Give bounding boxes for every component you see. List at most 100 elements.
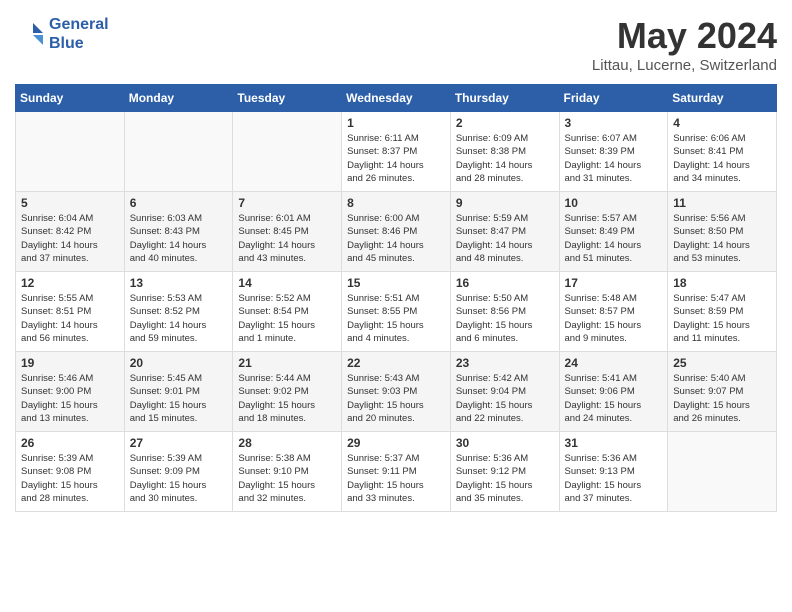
calendar-cell: 2Sunrise: 6:09 AM Sunset: 8:38 PM Daylig… bbox=[450, 112, 559, 192]
calendar-cell: 31Sunrise: 5:36 AM Sunset: 9:13 PM Dayli… bbox=[559, 432, 668, 512]
cell-content: Sunrise: 5:57 AM Sunset: 8:49 PM Dayligh… bbox=[565, 212, 663, 265]
day-number: 4 bbox=[673, 116, 771, 130]
weekday-header-sunday: Sunday bbox=[16, 85, 125, 112]
calendar-cell bbox=[16, 112, 125, 192]
day-number: 29 bbox=[347, 436, 445, 450]
cell-content: Sunrise: 6:03 AM Sunset: 8:43 PM Dayligh… bbox=[130, 212, 228, 265]
weekday-header-monday: Monday bbox=[124, 85, 233, 112]
day-number: 12 bbox=[21, 276, 119, 290]
cell-content: Sunrise: 5:37 AM Sunset: 9:11 PM Dayligh… bbox=[347, 452, 445, 505]
day-number: 9 bbox=[456, 196, 554, 210]
day-number: 6 bbox=[130, 196, 228, 210]
day-number: 16 bbox=[456, 276, 554, 290]
cell-content: Sunrise: 5:41 AM Sunset: 9:06 PM Dayligh… bbox=[565, 372, 663, 425]
day-number: 14 bbox=[238, 276, 336, 290]
logo-icon bbox=[15, 19, 45, 49]
calendar-cell: 3 Sunrise: 6:07 AM Sunset: 8:39 PM Daylig… bbox=[559, 112, 668, 192]
cell-content: Sunrise: 5:47 AM Sunset: 8:59 PM Dayligh… bbox=[673, 292, 771, 345]
calendar-cell: 8 Sunrise: 6:00 AM Sunset: 8:46 PM Daylig… bbox=[342, 192, 451, 272]
calendar-cell: 12 Sunrise: 5:55 AM Sunset: 8:51 PM Dayli… bbox=[16, 272, 125, 352]
day-number: 20 bbox=[130, 356, 228, 370]
cell-content: Sunrise: 5:46 AM Sunset: 9:00 PM Dayligh… bbox=[21, 372, 119, 425]
calendar-cell: 30 Sunrise: 5:36 AM Sunset: 9:12 PM Dayli… bbox=[450, 432, 559, 512]
day-number: 17 bbox=[565, 276, 663, 290]
calendar-week-3: 12 Sunrise: 5:55 AM Sunset: 8:51 PM Dayli… bbox=[16, 272, 777, 352]
calendar-cell: 21 Sunrise: 5:44 AM Sunset: 9:02 PM Dayli… bbox=[233, 352, 342, 432]
weekday-header-thursday: Thursday bbox=[450, 85, 559, 112]
weekday-header-tuesday: Tuesday bbox=[233, 85, 342, 112]
day-number: 24 bbox=[565, 356, 663, 370]
cell-content: Sunrise: 5:43 AM Sunset: 9:03 PM Dayligh… bbox=[347, 372, 445, 425]
cell-content: Sunrise: 5:40 AM Sunset: 9:07 PM Dayligh… bbox=[673, 372, 771, 425]
calendar-cell: 1 Sunrise: 6:11 AM Sunset: 8:37 PM Daylig… bbox=[342, 112, 451, 192]
cell-content: Sunrise: 5:51 AM Sunset: 8:55 PM Dayligh… bbox=[347, 292, 445, 345]
cell-content: Sunrise: 5:48 AM Sunset: 8:57 PM Dayligh… bbox=[565, 292, 663, 345]
cell-content: Sunrise: 6:09 AM Sunset: 8:38 PM Dayligh… bbox=[456, 132, 554, 185]
calendar-cell: 20 Sunrise: 5:45 AM Sunset: 9:01 PM Dayli… bbox=[124, 352, 233, 432]
calendar-cell: 28 Sunrise: 5:38 AM Sunset: 9:10 PM Dayli… bbox=[233, 432, 342, 512]
cell-content: Sunrise: 6:07 AM Sunset: 8:39 PM Dayligh… bbox=[565, 132, 663, 185]
cell-content: Sunrise: 5:45 AM Sunset: 9:01 PM Dayligh… bbox=[130, 372, 228, 425]
calendar-cell: 10 Sunrise: 5:57 AM Sunset: 8:49 PM Dayli… bbox=[559, 192, 668, 272]
calendar-cell: 15 Sunrise: 5:51 AM Sunset: 8:55 PM Dayli… bbox=[342, 272, 451, 352]
cell-content: Sunrise: 5:36 AM Sunset: 9:12 PM Dayligh… bbox=[456, 452, 554, 505]
cell-content: Sunrise: 6:06 AM Sunset: 8:41 PM Dayligh… bbox=[673, 132, 771, 185]
cell-content: Sunrise: 5:39 AM Sunset: 9:08 PM Dayligh… bbox=[21, 452, 119, 505]
calendar-cell: 27Sunrise: 5:39 AM Sunset: 9:09 PM Dayli… bbox=[124, 432, 233, 512]
calendar-cell bbox=[233, 112, 342, 192]
day-number: 10 bbox=[565, 196, 663, 210]
day-number: 3 bbox=[565, 116, 663, 130]
day-number: 21 bbox=[238, 356, 336, 370]
cell-content: Sunrise: 5:59 AM Sunset: 8:47 PM Dayligh… bbox=[456, 212, 554, 265]
day-number: 26 bbox=[21, 436, 119, 450]
cell-content: Sunrise: 5:38 AM Sunset: 9:10 PM Dayligh… bbox=[238, 452, 336, 505]
calendar-cell: 18 Sunrise: 5:47 AM Sunset: 8:59 PM Dayli… bbox=[668, 272, 777, 352]
weekday-header-wednesday: Wednesday bbox=[342, 85, 451, 112]
calendar-cell: 5 Sunrise: 6:04 AM Sunset: 8:42 PM Daylig… bbox=[16, 192, 125, 272]
calendar-cell: 24 Sunrise: 5:41 AM Sunset: 9:06 PM Dayli… bbox=[559, 352, 668, 432]
cell-content: Sunrise: 5:39 AM Sunset: 9:09 PM Dayligh… bbox=[130, 452, 228, 505]
logo: General Blue bbox=[15, 15, 109, 53]
cell-content: Sunrise: 5:52 AM Sunset: 8:54 PM Dayligh… bbox=[238, 292, 336, 345]
calendar-cell: 7 Sunrise: 6:01 AM Sunset: 8:45 PM Daylig… bbox=[233, 192, 342, 272]
day-number: 18 bbox=[673, 276, 771, 290]
day-number: 31 bbox=[565, 436, 663, 450]
cell-content: Sunrise: 6:01 AM Sunset: 8:45 PM Dayligh… bbox=[238, 212, 336, 265]
calendar-cell: 29 Sunrise: 5:37 AM Sunset: 9:11 PM Dayli… bbox=[342, 432, 451, 512]
calendar-title: May 2024 bbox=[592, 15, 777, 57]
calendar-cell: 9 Sunrise: 5:59 AM Sunset: 8:47 PM Daylig… bbox=[450, 192, 559, 272]
day-number: 7 bbox=[238, 196, 336, 210]
day-number: 11 bbox=[673, 196, 771, 210]
title-area: May 2024 Littau, Lucerne, Switzerland bbox=[592, 15, 777, 74]
day-number: 15 bbox=[347, 276, 445, 290]
day-number: 5 bbox=[21, 196, 119, 210]
calendar-cell: 25 Sunrise: 5:40 AM Sunset: 9:07 PM Dayli… bbox=[668, 352, 777, 432]
calendar-cell bbox=[124, 112, 233, 192]
calendar-subtitle: Littau, Lucerne, Switzerland bbox=[592, 57, 777, 74]
calendar-cell: 14 Sunrise: 5:52 AM Sunset: 8:54 PM Dayli… bbox=[233, 272, 342, 352]
cell-content: Sunrise: 5:44 AM Sunset: 9:02 PM Dayligh… bbox=[238, 372, 336, 425]
header: General Blue May 2024 Littau, Lucerne, S… bbox=[15, 15, 777, 74]
day-number: 28 bbox=[238, 436, 336, 450]
calendar-cell: 13Sunrise: 5:53 AM Sunset: 8:52 PM Dayli… bbox=[124, 272, 233, 352]
calendar-cell: 23Sunrise: 5:42 AM Sunset: 9:04 PM Dayli… bbox=[450, 352, 559, 432]
calendar-cell: 22 Sunrise: 5:43 AM Sunset: 9:03 PM Dayli… bbox=[342, 352, 451, 432]
cell-content: Sunrise: 6:00 AM Sunset: 8:46 PM Dayligh… bbox=[347, 212, 445, 265]
calendar-cell: 11 Sunrise: 5:56 AM Sunset: 8:50 PM Dayli… bbox=[668, 192, 777, 272]
weekday-header-row: SundayMondayTuesdayWednesdayThursdayFrid… bbox=[16, 85, 777, 112]
calendar-cell: 6 Sunrise: 6:03 AM Sunset: 8:43 PM Daylig… bbox=[124, 192, 233, 272]
cell-content: Sunrise: 5:55 AM Sunset: 8:51 PM Dayligh… bbox=[21, 292, 119, 345]
cell-content: Sunrise: 6:11 AM Sunset: 8:37 PM Dayligh… bbox=[347, 132, 445, 185]
cell-content: Sunrise: 5:50 AM Sunset: 8:56 PM Dayligh… bbox=[456, 292, 554, 345]
day-number: 8 bbox=[347, 196, 445, 210]
calendar-cell: 4 Sunrise: 6:06 AM Sunset: 8:41 PM Daylig… bbox=[668, 112, 777, 192]
day-number: 25 bbox=[673, 356, 771, 370]
cell-content: Sunrise: 6:04 AM Sunset: 8:42 PM Dayligh… bbox=[21, 212, 119, 265]
cell-content: Sunrise: 5:56 AM Sunset: 8:50 PM Dayligh… bbox=[673, 212, 771, 265]
calendar-cell bbox=[668, 432, 777, 512]
calendar-cell: 16 Sunrise: 5:50 AM Sunset: 8:56 PM Dayli… bbox=[450, 272, 559, 352]
day-number: 30 bbox=[456, 436, 554, 450]
day-number: 19 bbox=[21, 356, 119, 370]
day-number: 22 bbox=[347, 356, 445, 370]
day-number: 1 bbox=[347, 116, 445, 130]
